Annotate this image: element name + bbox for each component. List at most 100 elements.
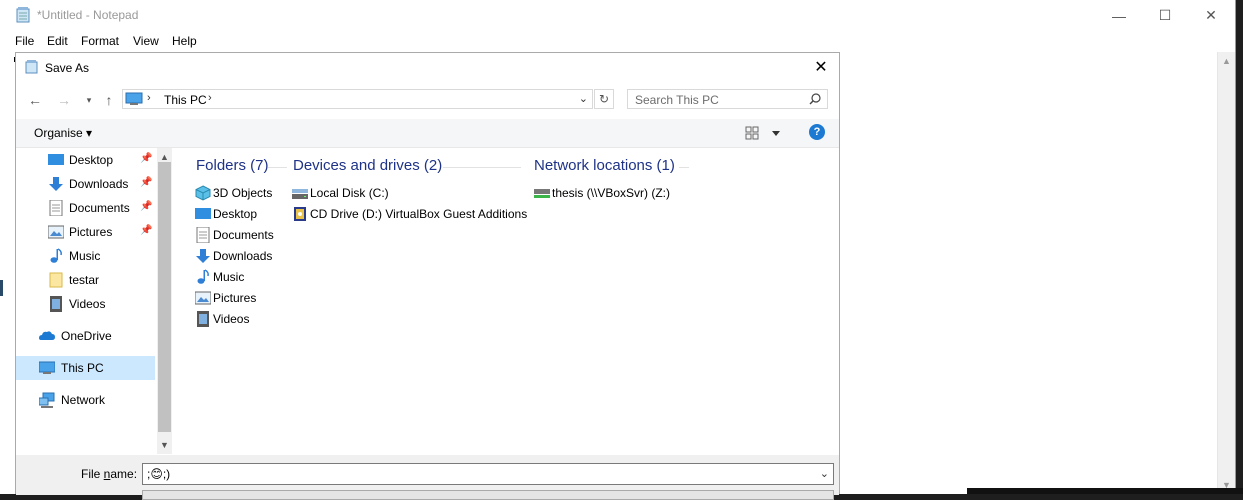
nav-item-documents[interactable]: Documents 📌 [16,196,155,220]
group-header-devices[interactable]: Devices and drives (2) [293,157,442,174]
search-placeholder: Search This PC [635,93,719,107]
notepad-icon [25,60,38,74]
nav-item-label: Network [61,393,106,407]
nav-item-label: Videos [69,297,106,311]
pin-icon: 📌 [140,201,153,212]
item-label: Documents [213,228,274,242]
scrollbar-thumb[interactable] [158,162,171,432]
organise-button[interactable]: Organise ▾ [34,126,92,140]
music-icon [50,248,62,263]
forward-arrow-icon[interactable]: → [54,90,74,110]
search-icon[interactable] [809,93,821,105]
pin-icon: 📌 [140,177,153,188]
breadcrumb-separator-icon[interactable]: › [147,92,151,104]
group-divider [679,167,689,168]
music-icon [197,269,209,284]
nav-item-label: testar [69,273,100,287]
file-name-label-part: ame: [110,467,138,481]
dialog-close-button[interactable]: ✕ [803,53,839,81]
item-label: Desktop [213,207,258,221]
save-as-dialog: Save As ✕ ← → ▾ ↑ › This PC › ⌄ ↻ Search… [15,52,840,500]
nav-item-downloads[interactable]: Downloads 📌 [16,172,155,196]
nav-item-music[interactable]: Music [16,244,155,268]
nav-item-label: Music [69,249,101,263]
item-label: Downloads [213,249,273,263]
notepad-vertical-scrollbar[interactable]: ▲ ▼ [1217,52,1235,494]
nav-item-label: Pictures [69,225,113,239]
address-dropdown-chevron-icon[interactable]: ⌄ [579,92,588,105]
group-header-network[interactable]: Network locations (1) [534,157,675,174]
videos-icon [197,311,209,327]
organise-label: Organise [34,126,83,140]
nav-item-desktop[interactable]: Desktop 📌 [16,148,155,172]
file-name-input[interactable]: ;😊;) ⌄ [142,463,834,485]
notepad-icon [16,7,30,23]
menu-format[interactable]: Format [81,34,119,48]
back-arrow-icon[interactable]: ← [25,90,45,110]
file-name-label-part: File [81,467,104,481]
this-pc-icon [39,361,55,374]
navigation-pane: Desktop 📌 Downloads 📌 Documents 📌 Pictur… [16,148,157,454]
pin-icon: 📌 [140,153,153,164]
group-divider [268,167,287,168]
breadcrumb-separator-icon[interactable]: › [208,92,212,104]
nav-item-label: Desktop [69,153,114,167]
item-label: Pictures [213,291,257,305]
help-icon[interactable]: ? [809,124,825,140]
maximize-button[interactable]: ☐ [1142,0,1188,31]
file-name-dropdown-chevron-icon[interactable]: ⌄ [820,467,829,480]
pictures-icon [195,291,211,305]
menu-help[interactable]: Help [172,34,197,48]
scroll-up-arrow-icon[interactable]: ▲ [1222,56,1231,66]
minimize-button[interactable]: — [1096,0,1142,31]
up-arrow-icon[interactable]: ↑ [99,90,119,110]
refresh-icon[interactable]: ↻ [594,89,614,109]
taskbar-edge [967,488,1243,494]
search-input[interactable]: Search This PC [627,89,828,109]
nav-item-label: This PC [61,361,104,375]
nav-item-label: Documents [69,201,130,215]
notepad-titlebar[interactable]: *Untitled - Notepad — ☐ ✕ [0,0,1235,31]
menu-file[interactable]: File [15,34,34,48]
desktop-icon [195,208,211,219]
desktop-icon [48,154,64,165]
background-window-edge [0,280,3,296]
this-pc-icon [125,92,143,105]
network-icon [39,392,55,408]
navigation-pane-scrollbar[interactable]: ▲ ▼ [157,148,172,454]
item-label: thesis (\\VBoxSvr) (Z:) [552,186,671,200]
address-bar[interactable]: › This PC › ⌄ [122,89,593,109]
change-view-icon[interactable] [745,126,785,140]
recent-locations-chevron-icon[interactable]: ▾ [79,90,99,110]
file-name-label: File name: [81,467,137,481]
cd-drive-icon [294,207,306,221]
file-list-content: Folders (7) Devices and drives (2) Netwo… [173,148,839,454]
notepad-menubar: File Edit Format View Help [0,31,1235,51]
hard-drive-icon [292,189,308,199]
nav-item-pictures[interactable]: Pictures 📌 [16,220,155,244]
3d-objects-icon [195,185,211,201]
nav-item-label: Downloads [69,177,129,191]
save-as-type-field[interactable] [142,490,834,500]
dialog-titlebar[interactable]: Save As ✕ [16,53,839,81]
nav-item-onedrive[interactable]: OneDrive [16,324,155,348]
videos-icon [50,296,62,312]
group-divider [443,167,521,168]
downloads-icon [49,177,63,191]
menu-edit[interactable]: Edit [47,34,68,48]
scroll-down-arrow-icon[interactable]: ▼ [160,440,169,450]
pictures-icon [48,225,64,239]
documents-icon [196,227,210,243]
nav-item-network[interactable]: Network [16,388,155,412]
nav-item-testar[interactable]: testar [16,268,155,292]
close-button[interactable]: ✕ [1188,0,1234,31]
menu-view[interactable]: View [133,34,159,48]
network-drive-icon [534,189,550,198]
nav-item-videos[interactable]: Videos [16,292,155,316]
nav-item-this-pc[interactable]: This PC [16,356,155,380]
item-label: Local Disk (C:) [310,186,389,200]
group-header-folders[interactable]: Folders (7) [196,157,269,174]
scroll-up-arrow-icon[interactable]: ▲ [160,152,169,162]
breadcrumb-this-pc[interactable]: This PC [164,93,207,107]
item-label: 3D Objects [213,186,273,200]
